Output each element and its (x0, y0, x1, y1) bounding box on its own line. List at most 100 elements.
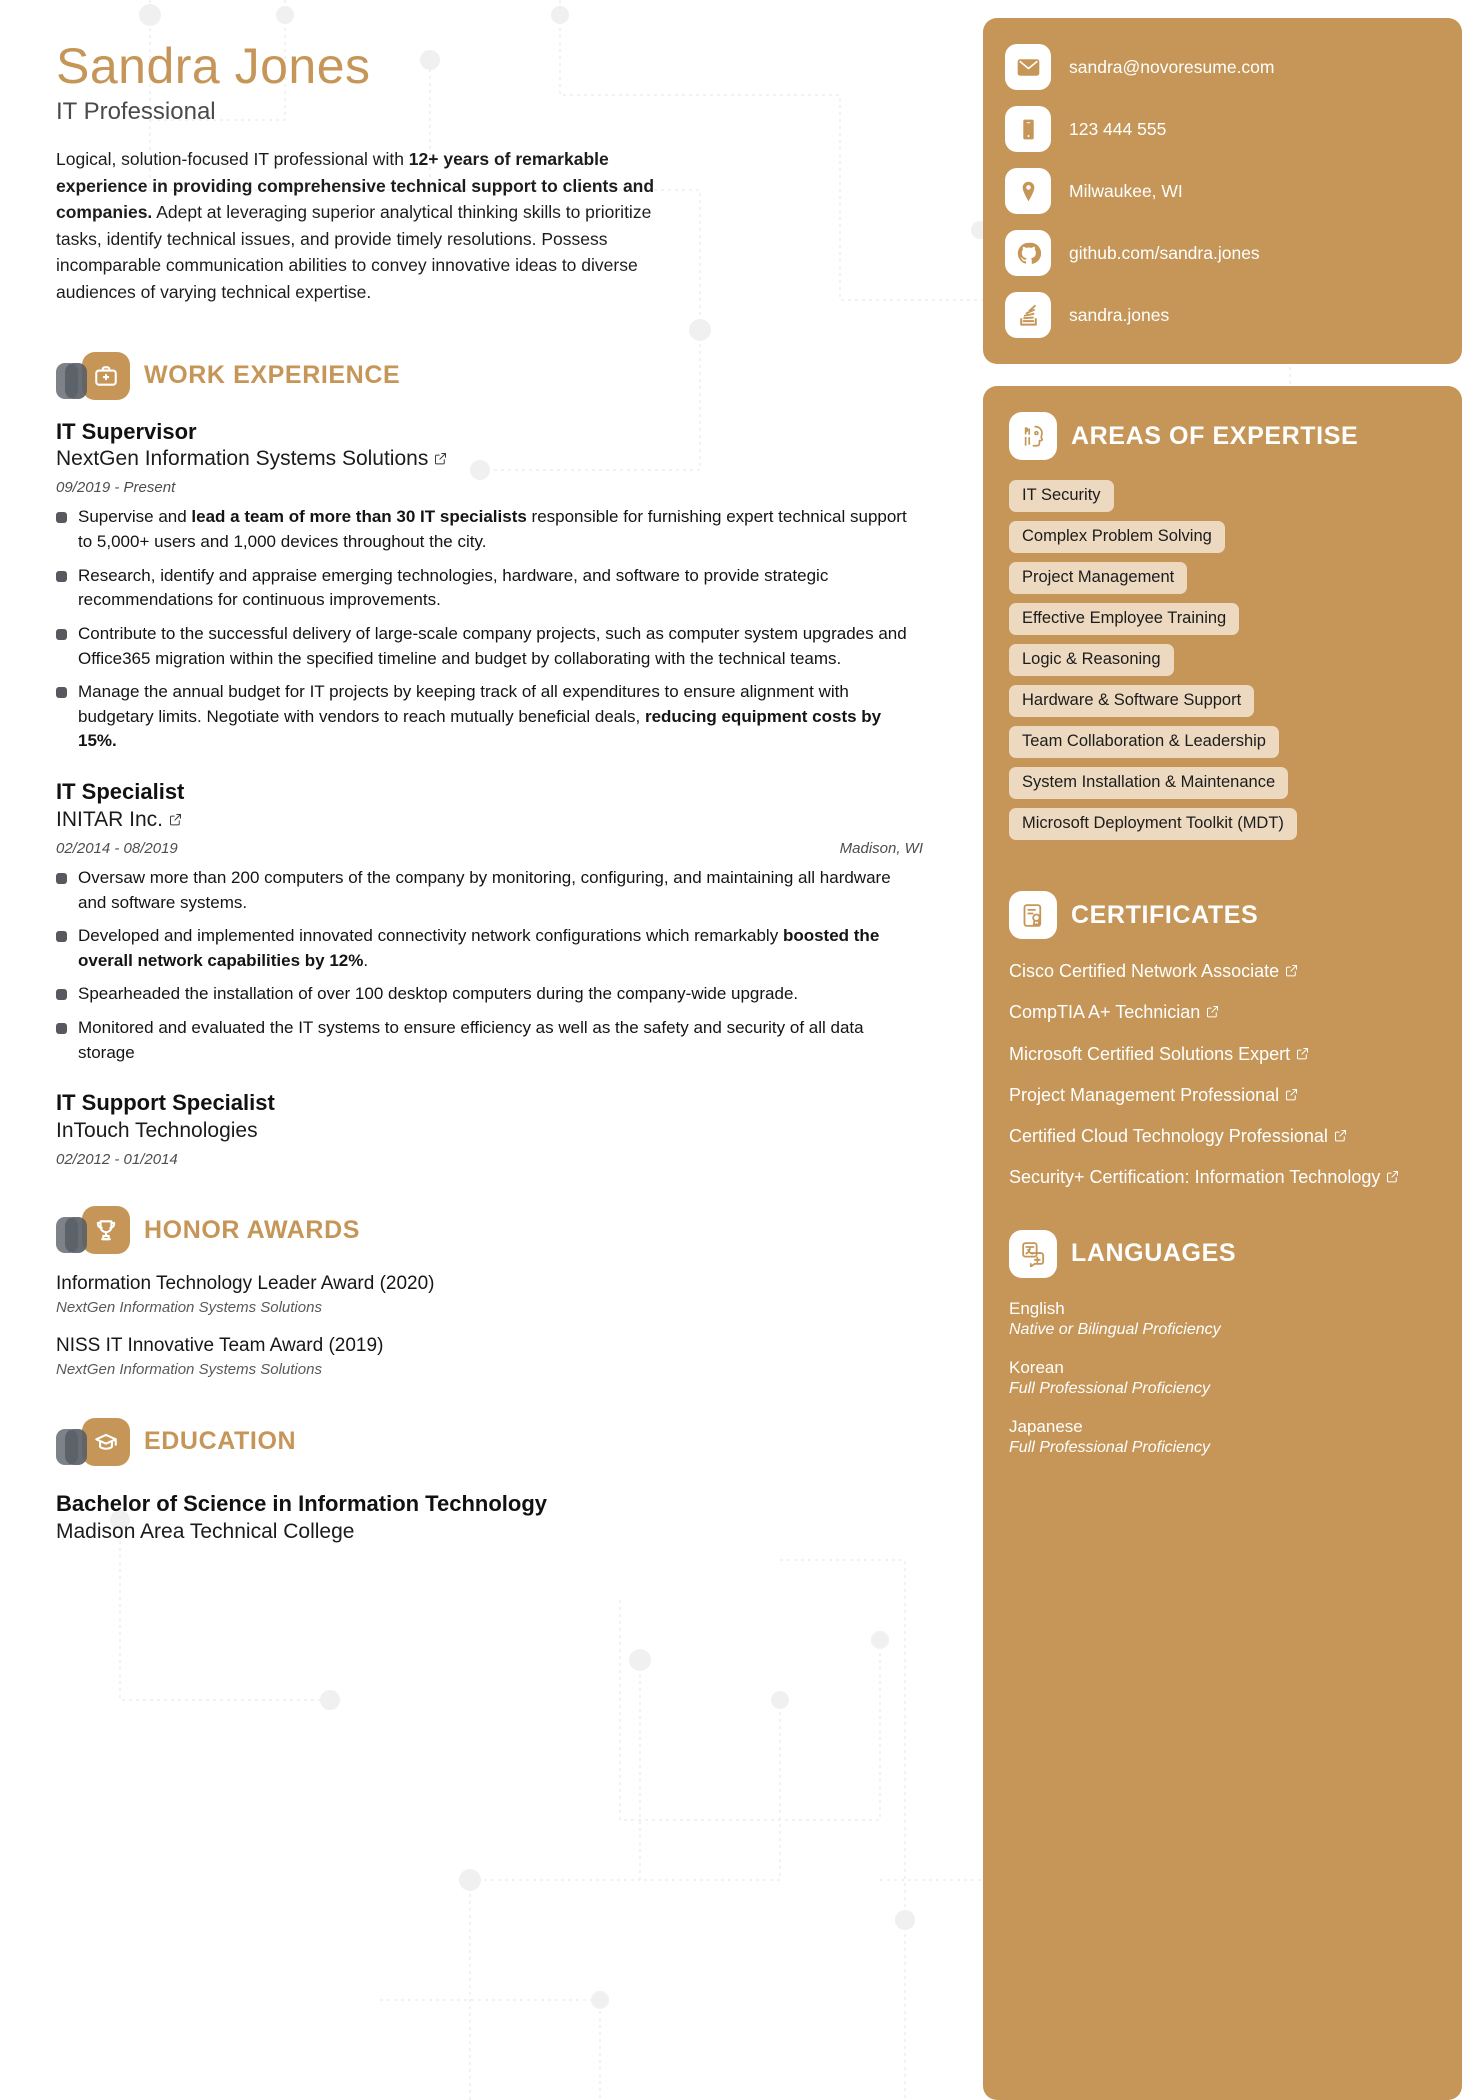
certificate-item[interactable]: Security+ Certification: Information Tec… (1009, 1165, 1436, 1189)
github-icon (1005, 230, 1051, 276)
external-link-icon[interactable] (168, 807, 183, 834)
job-title: IT Supervisor (56, 418, 197, 444)
section-title: HONOR AWARDS (144, 1215, 361, 1244)
award-organization: NextGen Information Systems Solutions (56, 1298, 322, 1316)
languages-list: English Native or Bilingual Proficiency … (1009, 1298, 1436, 1459)
contact-row-email[interactable]: sandra@novoresume.com (1005, 44, 1440, 90)
sidebar-main-card: AREAS OF EXPERTISE IT Security Complex P… (983, 386, 1462, 2100)
job-meta: 02/2012 - 01/2014 (56, 1151, 923, 1168)
expertise-tag: Logic & Reasoning (1009, 644, 1174, 676)
trophy-icon (82, 1206, 130, 1255)
certificate-item[interactable]: Certified Cloud Technology Professional (1009, 1124, 1436, 1148)
section-title: LANGUAGES (1071, 1239, 1237, 1268)
job-company: InTouch Technologies (56, 1118, 258, 1142)
contact-github: github.com/sandra.jones (1069, 242, 1260, 263)
section-header-areas-of-expertise: AREAS OF EXPERTISE (1009, 412, 1436, 460)
certificate-item[interactable]: Microsoft Certified Solutions Expert (1009, 1042, 1436, 1066)
award-item: NISS IT Innovative Team Award (2019) Nex… (56, 1334, 923, 1378)
job-meta: 02/2014 - 08/2019 Madison, WI (56, 840, 923, 857)
external-link-icon[interactable] (1284, 1084, 1299, 1108)
translate-icon (1009, 1229, 1057, 1278)
award-item: Information Technology Leader Award (202… (56, 1272, 923, 1316)
sidebar-column: sandra@novoresume.com 123 444 555 Milwau… (975, 0, 1484, 2100)
language-item: Japanese Full Professional Proficiency (1009, 1416, 1436, 1459)
certificate-item[interactable]: Cisco Certified Network Associate (1009, 959, 1436, 983)
section-header-education: EDUCATION (56, 1417, 923, 1469)
contact-row-phone[interactable]: 123 444 555 (1005, 106, 1440, 152)
education-degree: Bachelor of Science in Information Techn… (56, 1490, 547, 1516)
language-name: Japanese (1009, 1416, 1083, 1436)
section-stack-decoration (56, 1425, 87, 1469)
job-bullet: Oversaw more than 200 computers of the c… (56, 866, 923, 915)
job-bullet: Spearheaded the installation of over 100… (56, 982, 923, 1007)
job-meta: 09/2019 - Present (56, 479, 923, 496)
language-name: Korean (1009, 1357, 1064, 1377)
job-entry: IT Support Specialist InTouch Technologi… (56, 1089, 923, 1168)
contact-row-stackoverflow[interactable]: sandra.jones (1005, 292, 1440, 338)
job-dates: 02/2014 - 08/2019 (56, 839, 178, 857)
job-entry: IT Specialist INITAR Inc. 02/2014 - 08/2… (56, 778, 923, 1065)
brain-skills-icon (1009, 412, 1057, 460)
external-link-icon[interactable] (1385, 1166, 1400, 1190)
contact-card: sandra@novoresume.com 123 444 555 Milwau… (983, 18, 1462, 364)
job-bullet: Contribute to the successful delivery of… (56, 622, 923, 671)
section-stack-decoration (56, 359, 87, 403)
section-title: CERTIFICATES (1071, 900, 1259, 929)
page-title: Sandra Jones (56, 38, 371, 94)
certificate-item[interactable]: CompTIA A+ Technician (1009, 1000, 1436, 1024)
contact-row-location[interactable]: Milwaukee, WI (1005, 168, 1440, 214)
job-company: INITAR Inc. (56, 806, 923, 833)
external-link-icon[interactable] (1333, 1125, 1348, 1149)
expertise-tag-list: IT Security Complex Problem Solving Proj… (1009, 480, 1436, 849)
phone-icon (1005, 106, 1051, 152)
external-link-icon[interactable] (1205, 1001, 1220, 1025)
expertise-tag: Project Management (1009, 562, 1188, 594)
expertise-tag: Hardware & Software Support (1009, 685, 1255, 717)
external-link-icon[interactable] (1295, 1043, 1310, 1067)
job-title: IT Support Specialist (56, 1090, 275, 1116)
contact-location: Milwaukee, WI (1069, 180, 1183, 201)
job-role-subtitle: IT Professional (56, 98, 216, 125)
section-title: AREAS OF EXPERTISE (1071, 421, 1359, 450)
contact-email: sandra@novoresume.com (1069, 56, 1275, 77)
language-level: Full Professional Proficiency (1009, 1379, 1210, 1397)
certificate-item[interactable]: Project Management Professional (1009, 1083, 1436, 1107)
award-name: Information Technology Leader Award (202… (56, 1273, 435, 1295)
language-level: Full Professional Proficiency (1009, 1438, 1210, 1456)
external-link-icon[interactable] (433, 446, 448, 473)
graduation-cap-icon (82, 1417, 130, 1466)
education-school: Madison Area Technical College (56, 1520, 355, 1544)
job-bullet: Supervise and lead a team of more than 3… (56, 505, 923, 554)
resume-page: Sandra Jones IT Professional Logical, so… (0, 0, 1484, 2100)
job-bullet: Monitored and evaluated the IT systems t… (56, 1016, 923, 1065)
expertise-tag: Team Collaboration & Leadership (1009, 726, 1279, 758)
contact-row-github[interactable]: github.com/sandra.jones (1005, 230, 1440, 276)
job-bullet: Research, identify and appraise emerging… (56, 564, 923, 613)
expertise-tag: Effective Employee Training (1009, 603, 1240, 635)
section-header-honor-awards: HONOR AWARDS (56, 1206, 923, 1255)
main-column: Sandra Jones IT Professional Logical, so… (0, 0, 975, 2100)
job-entry: IT Supervisor NextGen Information System… (56, 418, 923, 755)
expertise-tag: Complex Problem Solving (1009, 521, 1225, 553)
language-name: English (1009, 1298, 1065, 1318)
section-header-languages: LANGUAGES (1009, 1229, 1436, 1278)
language-item: Korean Full Professional Proficiency (1009, 1357, 1436, 1400)
external-link-icon[interactable] (1284, 960, 1299, 984)
section-header-work-experience: WORK EXPERIENCE (56, 351, 923, 403)
expertise-tag: Microsoft Deployment Toolkit (MDT) (1009, 808, 1297, 840)
section-header-certificates: CERTIFICATES (1009, 891, 1436, 939)
stackoverflow-icon (1005, 292, 1051, 338)
job-dates: 02/2012 - 01/2014 (56, 1151, 178, 1169)
language-level: Native or Bilingual Proficiency (1009, 1320, 1221, 1338)
language-item: English Native or Bilingual Proficiency (1009, 1298, 1436, 1341)
certificates-list: Cisco Certified Network Associate CompTI… (1009, 959, 1436, 1190)
job-bullet: Developed and implemented innovated conn… (56, 924, 923, 973)
award-organization: NextGen Information Systems Solutions (56, 1360, 322, 1378)
job-bullet: Manage the annual budget for IT projects… (56, 680, 923, 754)
job-location: Madison, WI (839, 839, 923, 857)
email-icon (1005, 44, 1051, 90)
briefcase-icon (82, 351, 130, 400)
certificate-icon (1009, 891, 1057, 939)
award-name: NISS IT Innovative Team Award (2019) (56, 1334, 384, 1356)
expertise-tag: IT Security (1009, 480, 1114, 512)
